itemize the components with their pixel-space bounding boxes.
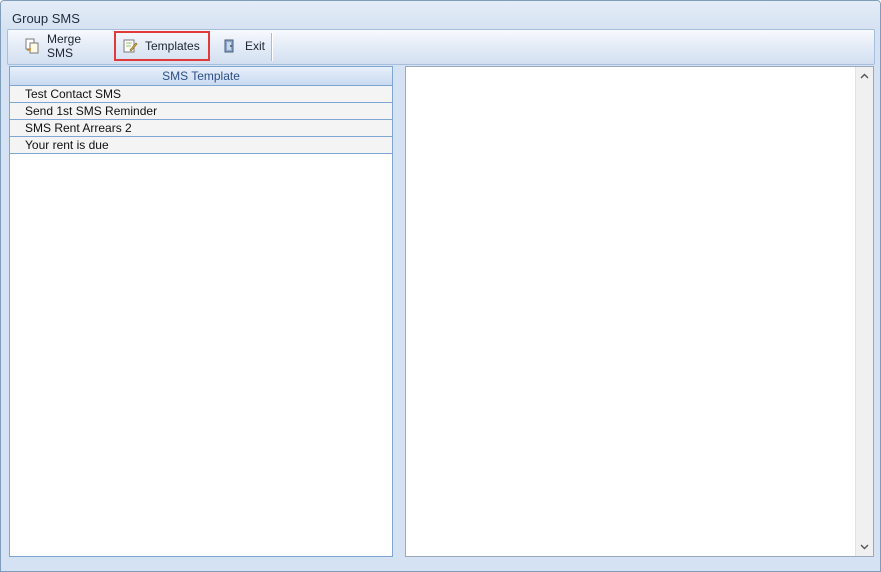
exit-door-icon (222, 38, 238, 54)
sms-template-list: SMS Template Test Contact SMS Send 1st S… (9, 66, 393, 557)
templates-label: Templates (145, 39, 200, 53)
chevron-down-icon[interactable] (856, 539, 873, 555)
list-item[interactable]: Test Contact SMS (10, 86, 392, 103)
list-column-header[interactable]: SMS Template (10, 67, 392, 86)
group-sms-window: Group SMS Merge SMS Templates Exit SMS T… (0, 0, 881, 572)
window-title: Group SMS (12, 11, 80, 26)
chevron-up-icon[interactable] (856, 68, 873, 84)
merge-documents-icon (24, 38, 40, 54)
templates-button[interactable]: Templates (114, 31, 210, 61)
status-strip (1, 561, 880, 571)
list-item[interactable]: SMS Rent Arrears 2 (10, 120, 392, 137)
merge-sms-label: Merge SMS (47, 32, 82, 60)
exit-button[interactable]: Exit (216, 33, 272, 59)
list-item[interactable]: Send 1st SMS Reminder (10, 103, 392, 120)
toolbar: Merge SMS Templates Exit (7, 29, 875, 65)
toolbar-separator (271, 33, 272, 61)
exit-label: Exit (245, 39, 266, 53)
list-body: Test Contact SMS Send 1st SMS Reminder S… (10, 86, 392, 154)
vertical-scrollbar[interactable] (855, 67, 873, 556)
edit-document-icon (122, 38, 138, 54)
template-preview-editor[interactable] (405, 66, 874, 557)
merge-sms-button[interactable]: Merge SMS (18, 32, 114, 60)
title-bar: Group SMS (1, 1, 880, 29)
list-item[interactable]: Your rent is due (10, 137, 392, 154)
